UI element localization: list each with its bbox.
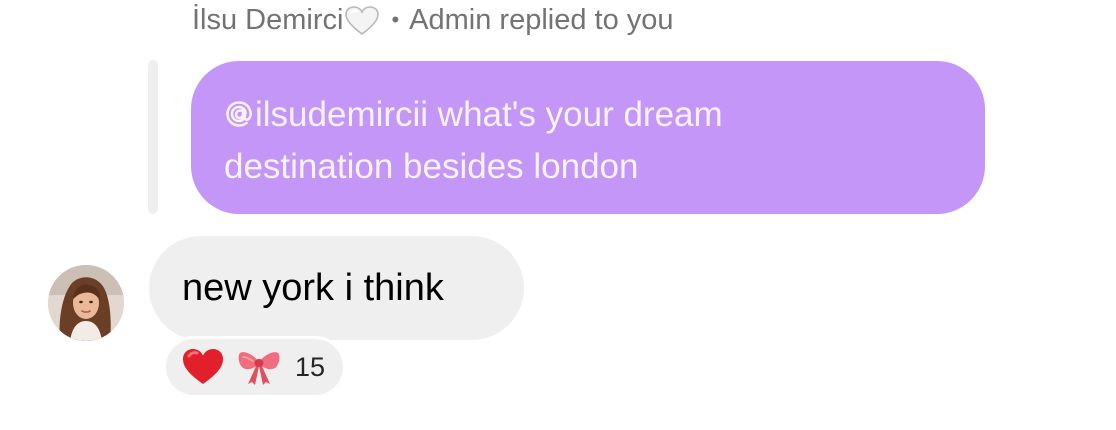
threads-at-icon: [224, 92, 254, 127]
sender-name[interactable]: İlsu Demirci: [192, 4, 343, 37]
reaction-count: 15: [295, 351, 326, 382]
reply-action-text: Admin replied to you: [409, 3, 674, 36]
reply-indicator-line: [148, 60, 158, 214]
avatar[interactable]: [48, 265, 124, 341]
quoted-message-text: ilsudemircii what's your dream destinati…: [224, 89, 804, 193]
reactions-bar[interactable]: 15: [163, 336, 347, 398]
message-text: new york i think: [182, 266, 444, 309]
ribbon-icon: [238, 352, 280, 385]
quoted-text-content: ilsudemircii what's your dream destinati…: [224, 95, 723, 186]
white-heart-icon: [345, 6, 380, 36]
reply-header: İlsu Demirci • Admin replied to you: [192, 2, 674, 38]
quoted-message-bubble[interactable]: ilsudemircii what's your dream destinati…: [191, 61, 985, 214]
red-heart-icon: [183, 349, 223, 384]
separator-dot: •: [391, 7, 400, 32]
message-bubble[interactable]: new york i think: [149, 236, 524, 340]
